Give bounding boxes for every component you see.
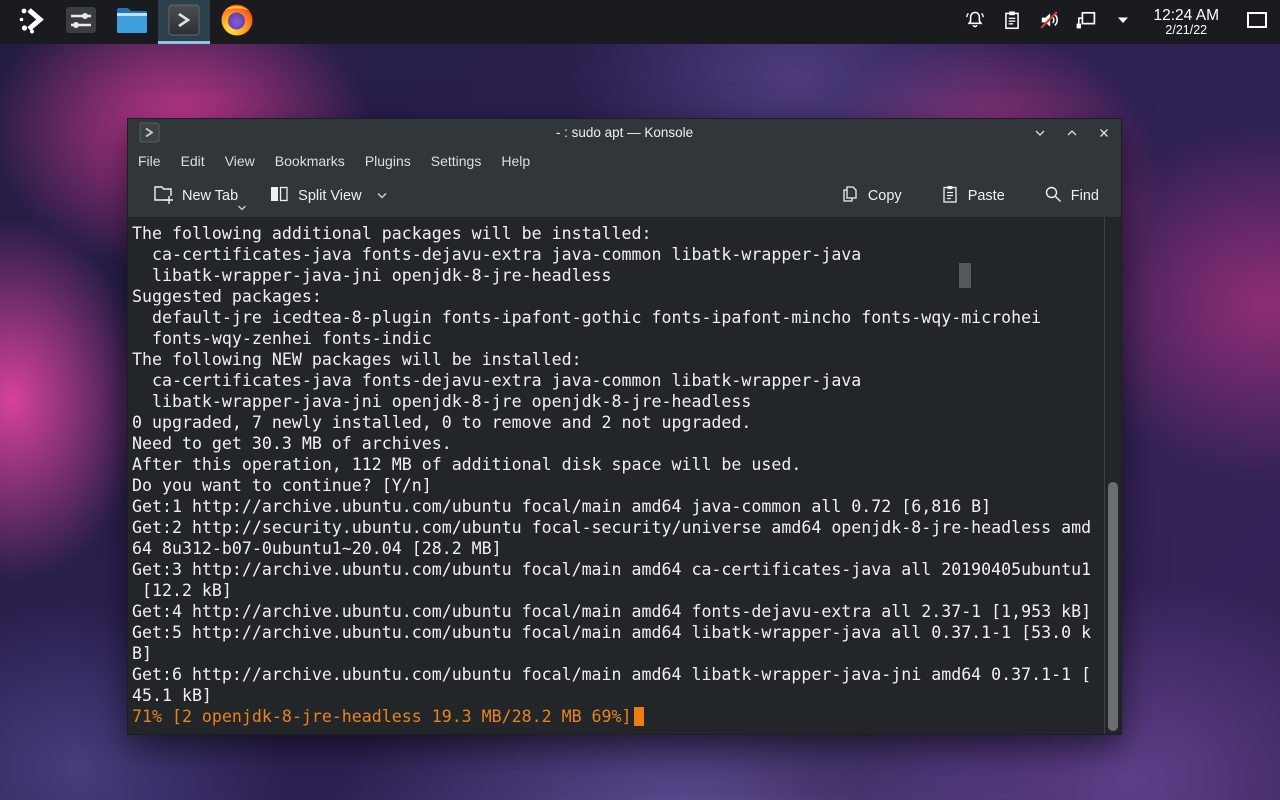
toolbar: New Tab Split View	[128, 175, 1121, 217]
terminal-cursor	[634, 707, 644, 726]
apt-progress-line: 71% [2 openjdk-8-jre-headless 19.3 MB/28…	[132, 706, 644, 727]
split-view-icon	[268, 183, 290, 209]
menu-view[interactable]: View	[215, 149, 265, 173]
terminal-output: The following additional packages will b…	[132, 223, 1091, 706]
new-tab-label: New Tab	[182, 188, 238, 204]
window-title: - : sudo apt — Konsole	[128, 125, 1121, 140]
copy-icon	[840, 184, 860, 208]
menu-file[interactable]: File	[128, 149, 171, 173]
file-manager-button[interactable]	[106, 0, 158, 44]
volume-muted-icon	[1037, 8, 1061, 37]
clock-time: 12:24 AM	[1154, 7, 1220, 24]
paste-button[interactable]: Paste	[934, 178, 1011, 214]
firefox-button[interactable]	[210, 0, 264, 44]
find-label: Find	[1071, 188, 1099, 204]
paste-label: Paste	[968, 188, 1005, 204]
menu-plugins[interactable]: Plugins	[355, 149, 421, 173]
scrollbar-thumb[interactable]	[1108, 482, 1118, 731]
new-tab-menu-chevron-icon	[237, 200, 247, 216]
minimize-button[interactable]	[1031, 124, 1049, 142]
kde-launcher-button[interactable]	[8, 0, 56, 44]
bell-icon	[964, 9, 986, 36]
desktop-pager-button[interactable]	[1244, 0, 1270, 44]
find-button[interactable]: Find	[1037, 178, 1105, 214]
search-icon	[1043, 184, 1063, 208]
network-icon	[1074, 8, 1098, 37]
clipboard-button[interactable]	[998, 0, 1026, 44]
menu-settings[interactable]: Settings	[421, 149, 492, 173]
window-controls	[1031, 124, 1113, 142]
chevron-down-icon	[1115, 12, 1131, 33]
konsole-window-icon	[139, 122, 160, 143]
folder-icon	[115, 5, 149, 40]
new-tab-button[interactable]: New Tab	[146, 177, 244, 215]
clock[interactable]: 12:24 AM 2/21/22	[1146, 7, 1228, 38]
expand-tray-button[interactable]	[1109, 0, 1137, 44]
network-button[interactable]	[1072, 0, 1100, 44]
system-tray: 12:24 AM 2/21/22	[961, 0, 1280, 44]
split-view-chevron-icon	[376, 188, 388, 204]
split-view-button[interactable]: Split View	[262, 177, 393, 215]
konsole-icon	[167, 3, 201, 42]
konsole-task-button[interactable]	[158, 0, 210, 44]
pager-icon	[1246, 11, 1268, 34]
kde-launcher-icon	[17, 5, 47, 40]
titlebar[interactable]: - : sudo apt — Konsole	[128, 119, 1121, 146]
taskbar: 12:24 AM 2/21/22	[0, 0, 1280, 44]
menubar: File Edit View Bookmarks Plugins Setting…	[128, 146, 1121, 175]
copy-button[interactable]: Copy	[834, 178, 908, 214]
system-settings-button[interactable]	[56, 0, 106, 44]
split-view-label: Split View	[298, 188, 361, 204]
system-settings-icon	[65, 4, 97, 41]
new-tab-icon	[152, 183, 174, 209]
clock-date: 2/21/22	[1154, 24, 1220, 38]
copy-label: Copy	[868, 188, 902, 204]
firefox-icon	[219, 2, 255, 43]
taskbar-launchers	[0, 0, 264, 44]
clipboard-icon	[1001, 9, 1023, 36]
terminal-view[interactable]: The following additional packages will b…	[128, 217, 1121, 734]
terminal-scrollbar[interactable]	[1104, 217, 1121, 734]
close-button[interactable]	[1095, 124, 1113, 142]
konsole-window: - : sudo apt — Konsole File Edit View Bo…	[127, 118, 1122, 735]
maximize-button[interactable]	[1063, 124, 1081, 142]
menu-edit[interactable]: Edit	[171, 149, 215, 173]
notifications-button[interactable]	[961, 0, 989, 44]
menu-bookmarks[interactable]: Bookmarks	[265, 149, 355, 173]
volume-button[interactable]	[1035, 0, 1063, 44]
inactive-cursor-block	[959, 263, 971, 288]
menu-help[interactable]: Help	[491, 149, 540, 173]
paste-icon	[940, 184, 960, 208]
